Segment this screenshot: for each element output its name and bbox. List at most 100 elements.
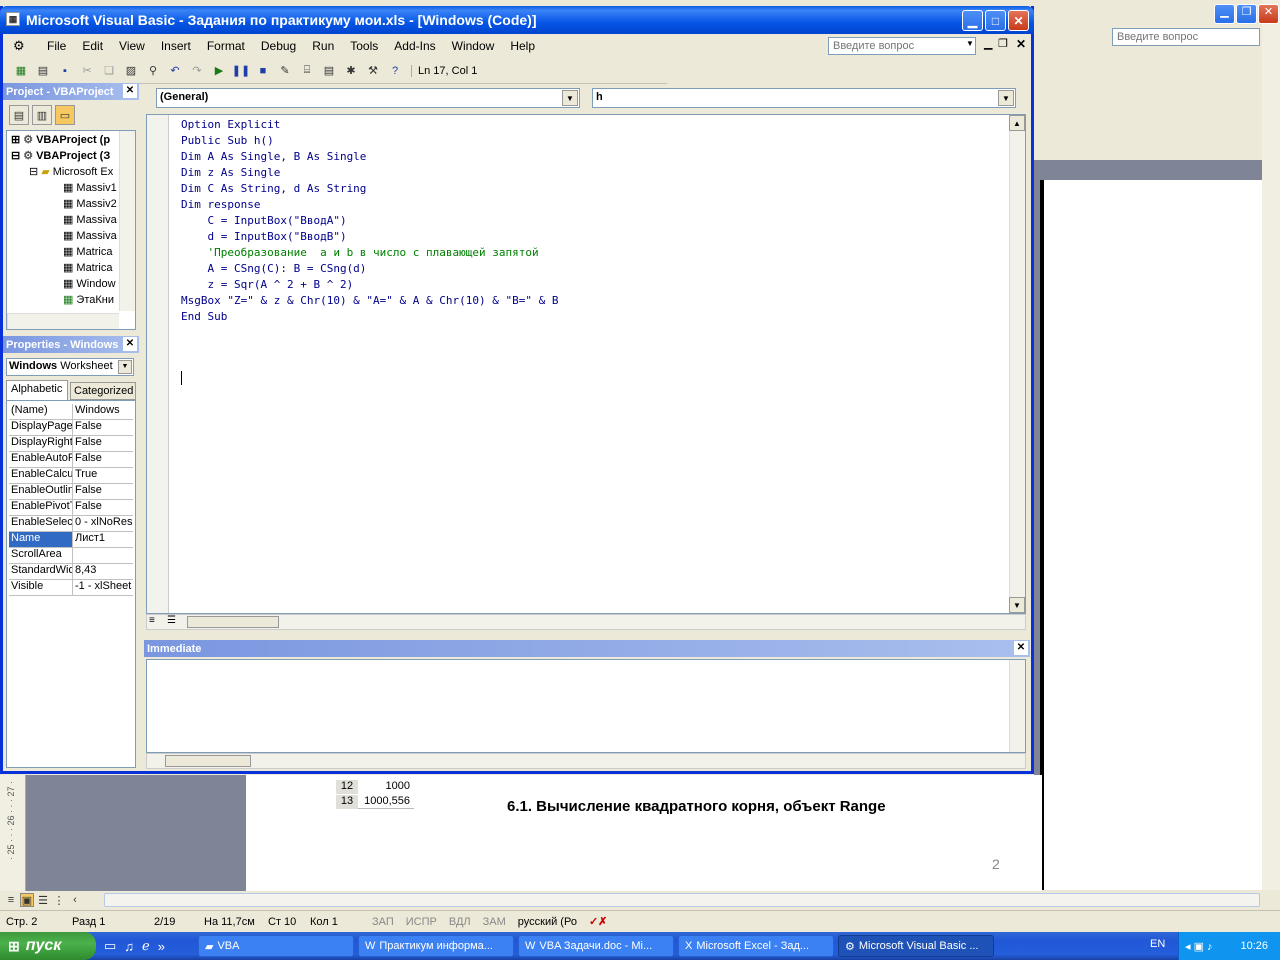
reset-icon[interactable]: ■ xyxy=(253,61,273,81)
properties-object-select[interactable]: Windows Worksheet ▼ xyxy=(6,358,134,376)
vbe-maximize-button[interactable]: □ xyxy=(985,10,1006,31)
procedure-combo-arrow-icon[interactable]: ▼ xyxy=(998,90,1014,106)
property-value[interactable]: False xyxy=(73,420,133,435)
property-value[interactable]: True xyxy=(73,468,133,483)
browser-icon[interactable]: ℯ xyxy=(142,938,150,954)
menu-insert[interactable]: Insert xyxy=(153,39,199,53)
menu-debug[interactable]: Debug xyxy=(253,39,304,53)
show-desktop-icon[interactable]: ▭ xyxy=(104,938,116,954)
tree-item-10[interactable]: ▦ ЭтаКни xyxy=(63,293,114,307)
code-line[interactable]: Dim response xyxy=(181,197,260,213)
code-line[interactable]: Dim A As Single, B As Single xyxy=(181,149,366,165)
word-restore-button[interactable]: ❐ xyxy=(1236,4,1257,24)
view-code-icon[interactable]: ▤ xyxy=(9,105,29,125)
copy-icon[interactable]: ❏ xyxy=(99,61,119,81)
property-value[interactable]: False xyxy=(73,484,133,499)
tree-item-7[interactable]: ▦ Matrica xyxy=(63,245,112,259)
immediate-hscroll[interactable] xyxy=(146,753,1026,769)
code-close-icon[interactable]: ✕ xyxy=(1016,37,1026,51)
code-line[interactable]: MsgBox "Z=" & z & Chr(10) & "A=" & A & C… xyxy=(181,293,559,309)
toolbox-icon[interactable]: ⚒ xyxy=(363,61,383,81)
status-trk[interactable]: ИСПР xyxy=(400,916,443,928)
language-indicator[interactable]: EN xyxy=(1150,938,1165,950)
tab-categorized[interactable]: Categorized xyxy=(70,382,136,400)
property-value[interactable]: 8,43 xyxy=(73,564,133,579)
menu-window[interactable]: Window xyxy=(444,39,503,53)
taskbar-btn-vbe[interactable]: ⚙ Microsoft Visual Basic ... xyxy=(838,935,994,957)
property-row[interactable]: Visible -1 - xlSheet xyxy=(9,580,133,596)
property-row[interactable]: DisplayRight1 False xyxy=(9,436,133,452)
property-value[interactable]: False xyxy=(73,436,133,451)
tab-alphabetic[interactable]: Alphabetic xyxy=(6,380,68,400)
status-ext[interactable]: ВДЛ xyxy=(443,916,477,928)
word-close-button[interactable]: ✕ xyxy=(1258,4,1279,24)
property-value[interactable]: Windows xyxy=(73,404,133,419)
tree-item-6[interactable]: ▦ Massiva xyxy=(63,229,117,243)
menu-edit[interactable]: Edit xyxy=(74,39,111,53)
code-line[interactable]: Dim C As String, d As String xyxy=(181,181,366,197)
menu-format[interactable]: Format xyxy=(199,39,253,53)
more-icon[interactable]: » xyxy=(158,939,165,954)
word-ask-question-input[interactable] xyxy=(1112,28,1260,46)
immediate-close-icon[interactable]: ✕ xyxy=(1014,641,1028,655)
project-hscroll[interactable] xyxy=(7,313,119,329)
code-line[interactable]: C = InputBox("ВводА") xyxy=(181,213,346,229)
cut-icon[interactable]: ✂ xyxy=(77,61,97,81)
run-icon[interactable]: ▶ xyxy=(209,61,229,81)
code-line[interactable]: z = Sqr(A ^ 2 + B ^ 2) xyxy=(181,277,353,293)
code-window-icon[interactable]: ⚙ xyxy=(13,38,25,54)
property-row[interactable]: (Name) Windows xyxy=(9,404,133,420)
property-row[interactable]: ScrollArea xyxy=(9,548,133,564)
help-icon[interactable]: ? xyxy=(385,61,405,81)
immediate-vscroll[interactable] xyxy=(1009,660,1025,752)
outline-view-icon[interactable]: ⋮ xyxy=(52,893,66,907)
project-close-icon[interactable]: ✕ xyxy=(123,84,137,98)
paste-icon[interactable]: ▨ xyxy=(121,61,141,81)
menu-file[interactable]: File xyxy=(39,39,74,53)
code-line[interactable]: End Sub xyxy=(181,309,227,325)
media-icon[interactable]: ♫ xyxy=(124,939,134,954)
taskbar-btn-vba[interactable]: ▰ VBA xyxy=(198,935,354,957)
properties-close-icon[interactable]: ✕ xyxy=(123,337,137,351)
property-row[interactable]: EnableAutoFi False xyxy=(9,452,133,468)
object-dropdown-icon[interactable]: ▼ xyxy=(118,360,132,374)
object-combo[interactable]: (General) ▼ xyxy=(156,88,580,108)
code-editor[interactable]: Option Explicit Public Sub h() Dim A As Si… xyxy=(146,114,1026,614)
tray-icons[interactable]: ◂ ▣ ♪ xyxy=(1185,940,1213,953)
find-icon[interactable]: ⚲ xyxy=(143,61,163,81)
print-layout-icon[interactable]: ▣ xyxy=(20,893,34,907)
design-mode-icon[interactable]: ✎ xyxy=(275,61,295,81)
code-line[interactable]: 'Преобразование a и b в число с плавающе… xyxy=(181,245,538,261)
code-hscroll-thumb[interactable] xyxy=(187,616,279,628)
break-icon[interactable]: ❚❚ xyxy=(231,61,251,81)
tree-item-3[interactable]: ▦ Massiv1 xyxy=(63,181,117,195)
property-row[interactable]: EnableSelecti 0 - xlNoRes xyxy=(9,516,133,532)
full-module-view-icon[interactable]: ☰ xyxy=(167,615,176,626)
procedure-view-icon[interactable]: ≡ xyxy=(149,615,155,626)
vbe-titlebar[interactable]: ▦ Microsoft Visual Basic - Задания по пр… xyxy=(0,6,1034,34)
project-vscroll[interactable] xyxy=(119,131,135,311)
property-row[interactable]: Name Лист1 xyxy=(9,532,133,548)
code-scroll-down-icon[interactable]: ▼ xyxy=(1009,597,1025,613)
code-line[interactable]: Option Explicit xyxy=(181,117,280,133)
property-value[interactable]: False xyxy=(73,452,133,467)
menu-tools[interactable]: Tools xyxy=(342,39,386,53)
start-button[interactable]: ⊞ пуск xyxy=(0,932,96,960)
menu-addins[interactable]: Add-Ins xyxy=(386,39,443,53)
status-rec[interactable]: ЗАП xyxy=(366,916,400,928)
property-value[interactable]: False xyxy=(73,500,133,515)
property-value[interactable]: -1 - xlSheet xyxy=(73,580,133,595)
insert-module-icon[interactable]: ▤ xyxy=(33,61,53,81)
menu-view[interactable]: View xyxy=(111,39,153,53)
vbe-minimize-button[interactable]: ▁ xyxy=(962,10,983,31)
tree-item-1[interactable]: ⊟ ⚙ VBAProject (З xyxy=(11,149,110,163)
redo-icon[interactable]: ↷ xyxy=(187,61,207,81)
tree-item-8[interactable]: ▦ Matrica xyxy=(63,261,112,275)
code-line[interactable]: Public Sub h() xyxy=(181,133,274,149)
word-vertical-scrollbar[interactable] xyxy=(1262,0,1280,890)
property-row[interactable]: EnablePivotT False xyxy=(9,500,133,516)
undo-icon[interactable]: ↶ xyxy=(165,61,185,81)
vbe-ask-question-input[interactable] xyxy=(828,37,976,55)
reading-view-icon[interactable]: ☰ xyxy=(36,893,50,907)
tree-item-4[interactable]: ▦ Massiv2 xyxy=(63,197,117,211)
